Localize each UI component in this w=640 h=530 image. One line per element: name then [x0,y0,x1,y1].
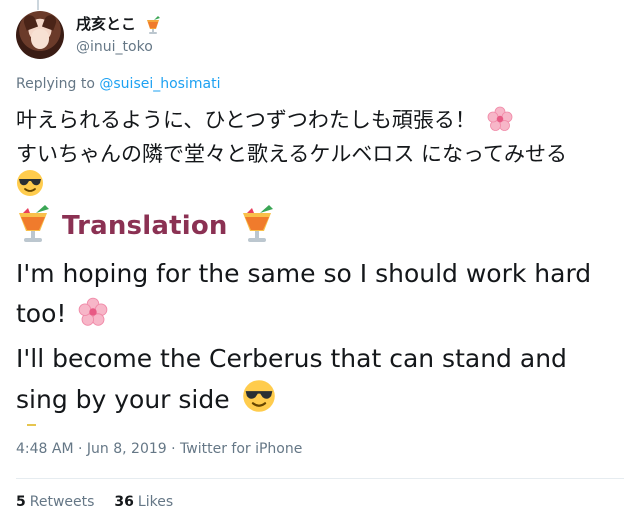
sunglasses-face-icon [16,169,44,205]
divider [16,478,624,479]
en-line-2-text: I'll become the Cerberus that can stand … [16,344,567,414]
meta-separator: · [78,441,87,457]
jp-line-1-text: 叶えられるように、ひとつずつわたしも頑張る！ [16,108,476,132]
likes-stat[interactable]: 36 Likes [114,494,173,510]
jp-line-2-text: すいちゃんの隣で堂々と歌えるケルベロス になってみせる [16,142,567,166]
user-handle[interactable]: @inui_toko [76,38,161,56]
tweet-stats: 5 Retweets 36 Likes [16,494,173,510]
en-paragraph-2: I'll become the Cerberus that can stand … [16,339,626,425]
tropical-drink-icon [16,205,50,247]
tropical-drink-icon [240,205,274,247]
retweets-stat[interactable]: 5 Retweets [16,494,94,510]
meta-separator: · [171,441,181,457]
user-names: 戌亥とこ @inui_toko [76,14,161,56]
replying-to: Replying to @suisei_hosimati [16,76,220,92]
tweet-meta: 4:48 AM · Jun 8, 2019 · Twitter for iPho… [16,441,302,457]
retweets-label: Retweets [29,494,95,510]
tweet-text-japanese: 叶えられるように、ひとつずつわたしも頑張る！ すいちゃんの隣で堂々と歌えるケルベ… [16,106,626,205]
cherry-blossom-icon [487,106,513,140]
likes-label: Likes [137,494,174,510]
tweet-source[interactable]: Twitter for iPhone [180,441,302,457]
tweet-date[interactable]: Jun 8, 2019 [87,441,167,457]
cherry-blossom-icon [78,297,108,339]
translation-heading: Translation [16,204,274,248]
likes-count: 36 [114,494,134,510]
translation-title: Translation [62,211,228,241]
sunglasses-face-icon [242,379,276,425]
jp-line-2: すいちゃんの隣で堂々と歌えるケルベロス になってみせる [16,140,626,169]
tropical-drink-icon [145,16,161,38]
display-name[interactable]: 戌亥とこ [76,15,136,33]
tweet-time[interactable]: 4:48 AM [16,441,74,457]
avatar[interactable] [16,11,64,59]
decorative-dash [27,424,36,426]
thread-line [37,0,39,10]
tweet-header: 戌亥とこ @inui_toko [16,11,161,59]
en-paragraph-1: I'm hoping for the same so I should work… [16,254,626,339]
tweet-text-english: I'm hoping for the same so I should work… [16,254,626,425]
display-name-row[interactable]: 戌亥とこ [76,14,161,38]
jp-line-1: 叶えられるように、ひとつずつわたしも頑張る！ [16,106,626,140]
reply-mention-link[interactable]: @suisei_hosimati [99,76,220,92]
jp-line-3 [16,169,626,205]
replying-to-label: Replying to [16,76,100,92]
retweets-count: 5 [16,494,26,510]
